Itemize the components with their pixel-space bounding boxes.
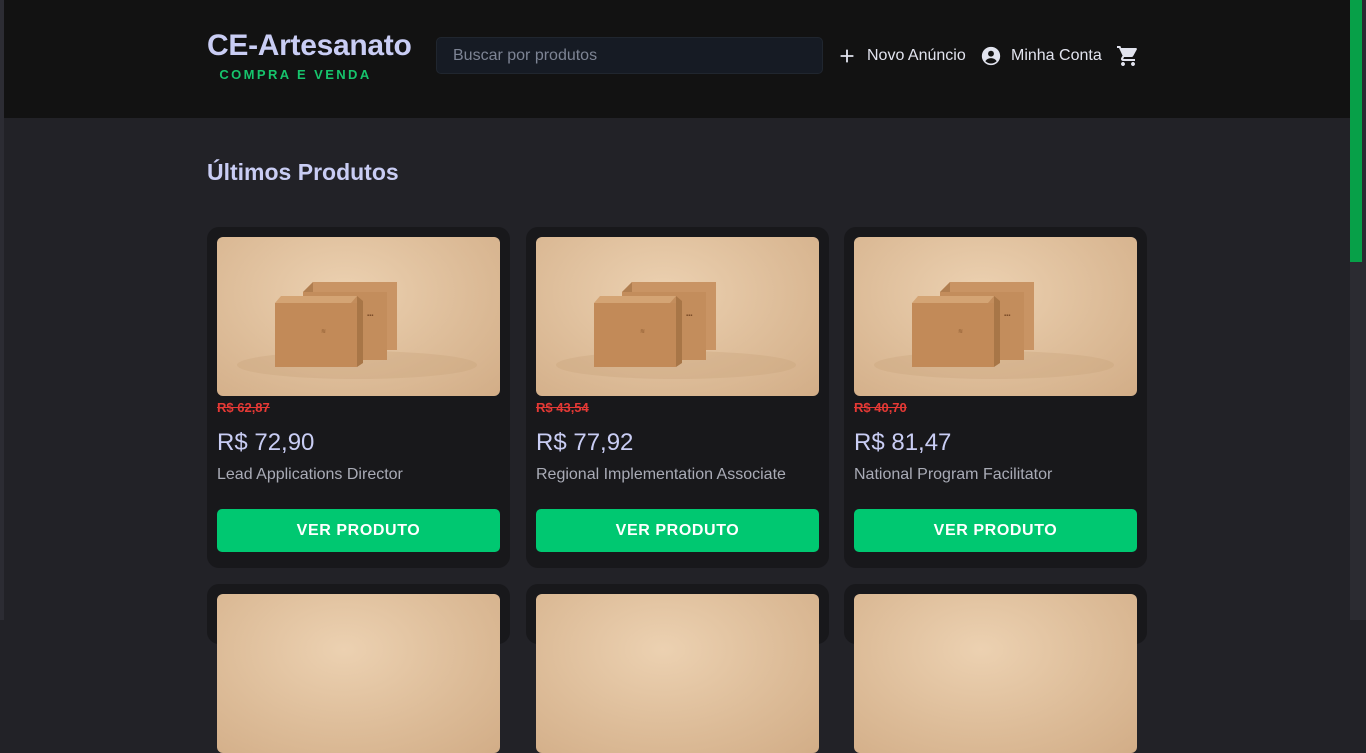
product-image[interactable]: ≋ ▪▪▪	[536, 237, 819, 396]
product-name[interactable]: Regional Implementation Associate	[536, 466, 786, 484]
product-card-partial	[207, 584, 510, 753]
page-scrollbar[interactable]	[1350, 0, 1366, 620]
brand-subtitle: COMPRA E VENDA	[219, 67, 372, 82]
account-label: Minha Conta	[1011, 47, 1102, 64]
svg-text:▪▪▪: ▪▪▪	[686, 313, 692, 319]
cart-button[interactable]	[1116, 44, 1140, 73]
product-card: ≋ ▪▪▪ R$ 62,87 R$ 72,90 Lead Application…	[207, 227, 510, 568]
svg-text:≋: ≋	[321, 329, 326, 335]
product-card: ≋ ▪▪▪ R$ 43,54 R$ 77,92 Regional Impleme…	[526, 227, 829, 568]
product-name[interactable]: National Program Facilitator	[854, 466, 1052, 484]
new-ad-label: Novo Anúncio	[867, 47, 966, 64]
scrollbar-thumb[interactable]	[1350, 0, 1362, 262]
product-card-partial	[526, 584, 829, 753]
view-product-button[interactable]: VER PRODUTO	[854, 509, 1137, 552]
svg-text:≋: ≋	[640, 329, 645, 335]
svg-text:▪▪▪: ▪▪▪	[1004, 313, 1010, 319]
price: R$ 77,92	[536, 429, 634, 456]
view-product-button[interactable]: VER PRODUTO	[217, 509, 500, 552]
search-input[interactable]	[453, 47, 806, 65]
old-price: R$ 62,87	[217, 400, 270, 415]
search-box[interactable]	[436, 37, 823, 74]
view-product-button[interactable]: VER PRODUTO	[536, 509, 819, 552]
svg-text:≋: ≋	[958, 329, 963, 335]
price: R$ 81,47	[854, 429, 952, 456]
account-circle-icon	[981, 46, 1001, 66]
price: R$ 72,90	[217, 429, 315, 456]
product-image[interactable]	[854, 594, 1137, 753]
product-image[interactable]	[217, 594, 500, 753]
shopping-cart-icon	[1117, 46, 1137, 66]
site-header: CE-Artesanato COMPRA E VENDA Novo Anúnci…	[4, 0, 1350, 118]
product-name[interactable]: Lead Applications Director	[217, 466, 403, 484]
product-image[interactable]: ≋ ▪▪▪	[217, 237, 500, 396]
section-title: Últimos Produtos	[207, 159, 399, 185]
plus-icon	[840, 49, 854, 63]
new-ad-link[interactable]: Novo Anúncio	[836, 43, 966, 69]
product-image[interactable]	[536, 594, 819, 753]
svg-text:▪▪▪: ▪▪▪	[367, 313, 373, 319]
old-price: R$ 43,54	[536, 400, 589, 415]
account-link[interactable]: Minha Conta	[980, 43, 1102, 69]
brand-logo[interactable]: CE-Artesanato COMPRA E VENDA	[207, 29, 422, 82]
brand-title: CE-Artesanato	[207, 29, 412, 62]
product-card: ≋ ▪▪▪ R$ 40,70 R$ 81,47 National Program…	[844, 227, 1147, 568]
product-image[interactable]: ≋ ▪▪▪	[854, 237, 1137, 396]
product-card-partial	[844, 584, 1147, 753]
old-price: R$ 40,70	[854, 400, 907, 415]
